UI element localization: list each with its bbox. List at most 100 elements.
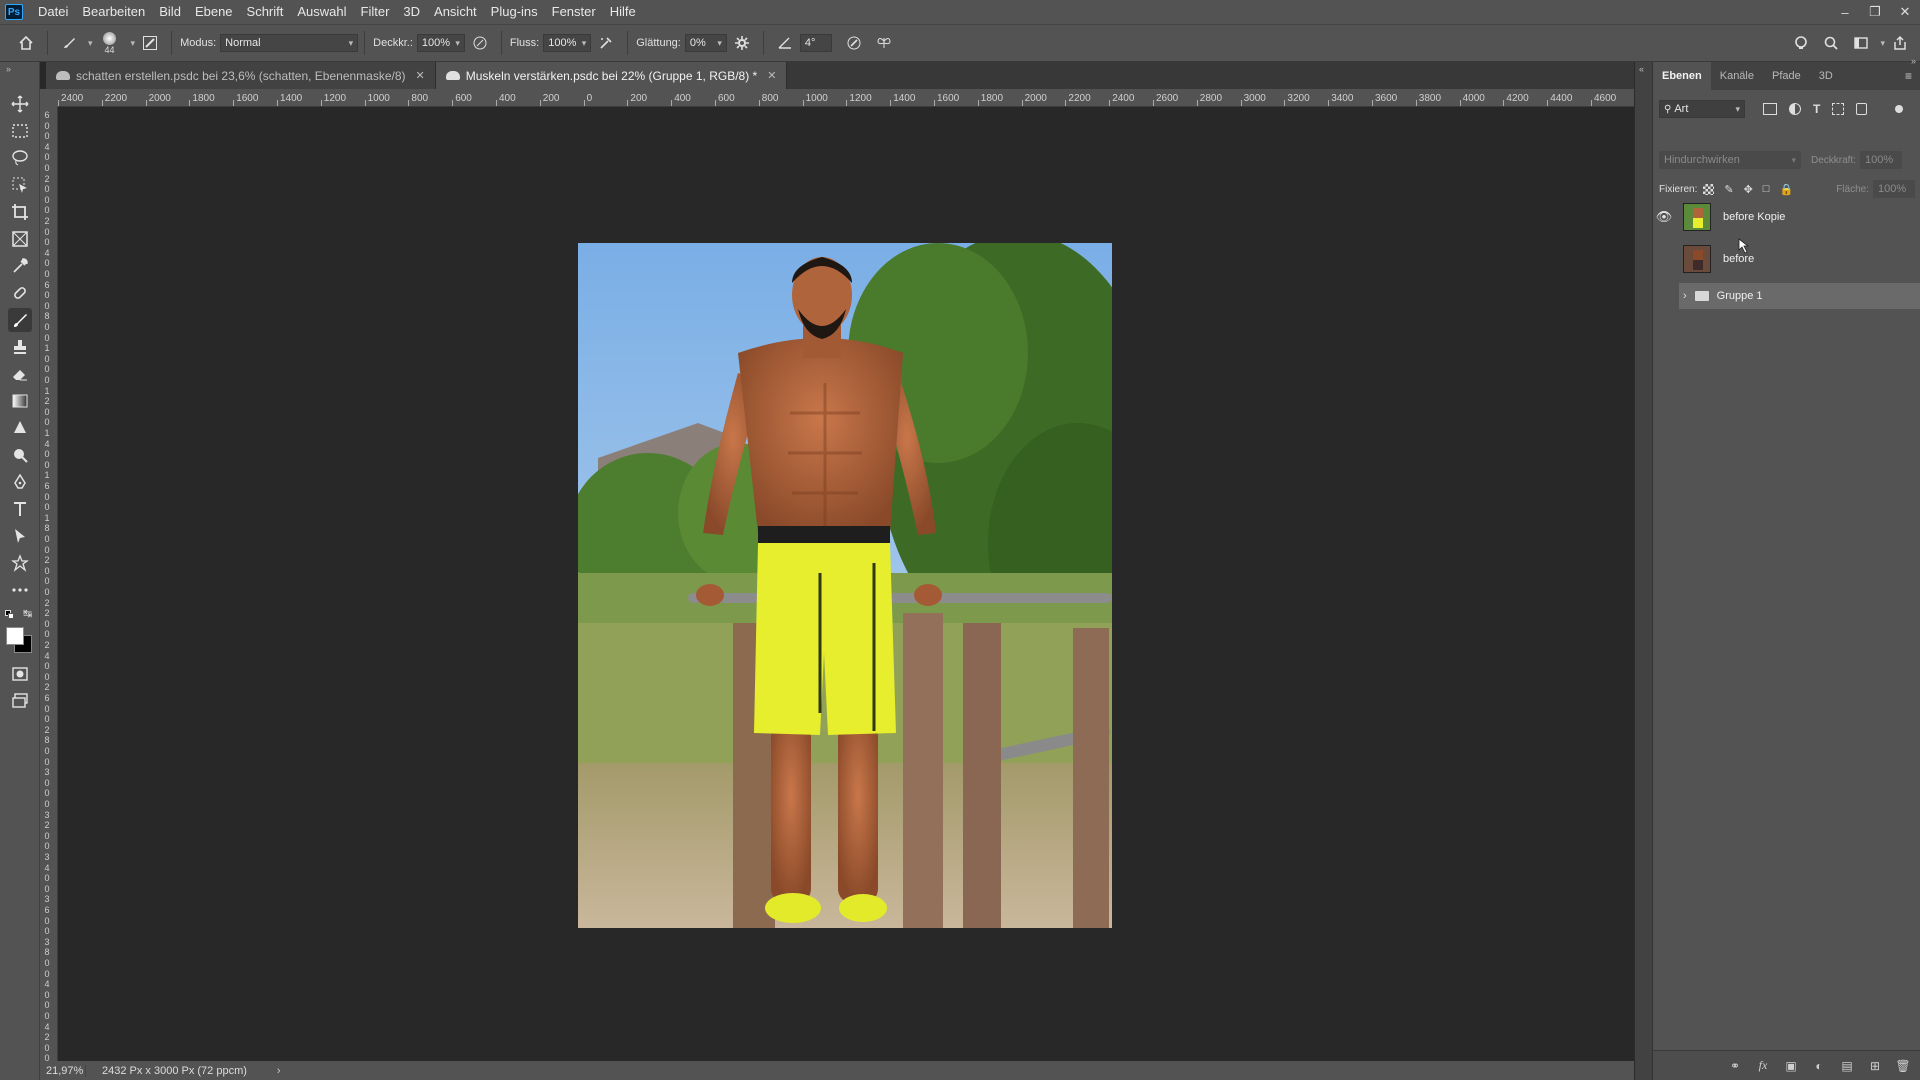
menu-plugins[interactable]: Plug-ins	[484, 0, 545, 24]
lock-image-icon[interactable]: ✎	[1724, 183, 1733, 196]
brush-settings-panel-icon[interactable]	[138, 31, 162, 55]
brush-tool-preset-icon[interactable]	[57, 31, 81, 55]
crop-tool-icon[interactable]	[8, 200, 32, 224]
panel-collapse-icon[interactable]: »	[1911, 56, 1916, 66]
clone-stamp-tool-icon[interactable]	[8, 335, 32, 359]
lock-artboard-icon[interactable]: □	[1763, 183, 1770, 195]
pixel-filter-icon[interactable]	[1763, 103, 1777, 115]
custom-shape-tool-icon[interactable]	[8, 551, 32, 575]
layer-row[interactable]: 👁 before Kopie	[1653, 200, 1920, 234]
adjustment-filter-icon[interactable]	[1789, 103, 1801, 115]
new-group-folder-icon[interactable]: ▤	[1837, 1056, 1857, 1076]
marquee-tool-icon[interactable]	[8, 119, 32, 143]
close-icon[interactable]: ✕	[1890, 0, 1920, 24]
panel-menu-icon[interactable]: ≡	[1905, 69, 1912, 83]
angle-field[interactable]: 4°	[799, 34, 832, 52]
menu-ansicht[interactable]: Ansicht	[427, 0, 484, 24]
tab-3d[interactable]: 3D	[1810, 62, 1842, 90]
chevron-down-icon[interactable]: ▾	[88, 38, 93, 49]
dodge-tool-icon[interactable]	[8, 443, 32, 467]
menu-auswahl[interactable]: Auswahl	[290, 0, 353, 24]
type-tool-icon[interactable]	[8, 497, 32, 521]
new-layer-icon[interactable]: ⊞	[1865, 1056, 1885, 1076]
swap-colors-icon[interactable]: ↹	[23, 607, 32, 620]
lock-position-icon[interactable]: ✥	[1744, 183, 1753, 196]
move-tool-icon[interactable]	[8, 92, 32, 116]
menu-3d[interactable]: 3D	[396, 0, 427, 24]
lock-all-icon[interactable]: 🔒	[1779, 183, 1793, 196]
gradient-tool-icon[interactable]	[8, 389, 32, 413]
tab-kanaele[interactable]: Kanäle	[1711, 62, 1763, 90]
home-icon[interactable]	[14, 31, 38, 55]
lasso-tool-icon[interactable]	[8, 146, 32, 170]
chevron-down-icon[interactable]: ▾	[1880, 38, 1885, 49]
pen-tool-icon[interactable]	[8, 470, 32, 494]
horizontal-ruler[interactable]: 2400 2200 2000 1800 1600 1400 1200 1000 800 600 40…	[58, 89, 1634, 107]
menu-datei[interactable]: Datei	[31, 0, 75, 24]
toolbar-collapse-icon[interactable]: »	[6, 64, 11, 74]
menu-bild[interactable]: Bild	[152, 0, 188, 24]
menu-filter[interactable]: Filter	[354, 0, 397, 24]
object-selection-tool-icon[interactable]	[8, 173, 32, 197]
vertical-ruler[interactable]: 6004002000200400600800100012001400160018…	[40, 107, 58, 1063]
smoothing-field[interactable]: 0% ▾	[684, 34, 727, 52]
tab-schatten-erstellen[interactable]: schatten erstellen.psdc bei 23,6% (schat…	[46, 62, 436, 89]
minimize-icon[interactable]: –	[1830, 0, 1860, 24]
healing-brush-tool-icon[interactable]	[8, 281, 32, 305]
layer-row[interactable]: before	[1653, 242, 1920, 276]
layer-group-row[interactable]: › Gruppe 1	[1679, 283, 1920, 309]
close-icon[interactable]: ✕	[416, 69, 425, 82]
share-icon[interactable]	[1888, 31, 1912, 55]
pressure-size-icon[interactable]	[842, 31, 866, 55]
ruler-origin[interactable]	[40, 89, 58, 107]
eraser-tool-icon[interactable]	[8, 362, 32, 386]
workspace-layout-icon[interactable]	[1849, 31, 1873, 55]
tab-muskeln-verstaerken[interactable]: Muskeln verstärken.psdc bei 22% (Gruppe …	[435, 62, 788, 89]
delete-layer-trash-icon[interactable]: 🗑	[1893, 1056, 1913, 1076]
document-photo[interactable]	[578, 243, 1112, 928]
foreground-color-swatch[interactable]	[6, 627, 24, 645]
pressure-opacity-icon[interactable]	[468, 31, 492, 55]
canvas-area[interactable]	[58, 107, 1634, 1061]
type-filter-icon[interactable]: T	[1813, 102, 1820, 116]
adjustment-layer-icon[interactable]: ◐	[1809, 1056, 1829, 1076]
layer-opacity-field[interactable]: 100%	[1860, 151, 1903, 169]
symmetry-butterfly-icon[interactable]	[872, 31, 896, 55]
brush-tool-icon[interactable]	[8, 308, 32, 332]
add-mask-icon[interactable]: ▣	[1781, 1056, 1801, 1076]
tab-ebenen[interactable]: Ebenen	[1653, 62, 1711, 90]
layer-filter-select[interactable]: ⚲ Art ▾	[1659, 100, 1745, 118]
eye-visibility-icon[interactable]: 👁	[1653, 200, 1675, 234]
filter-toggle-icon[interactable]	[1895, 105, 1904, 113]
close-icon[interactable]: ✕	[767, 69, 776, 82]
blur-tool-icon[interactable]	[8, 416, 32, 440]
lock-transparent-icon[interactable]	[1703, 183, 1715, 195]
restore-icon[interactable]: ❐	[1860, 0, 1890, 24]
search-icon[interactable]	[1819, 31, 1843, 55]
airbrush-icon[interactable]	[594, 31, 618, 55]
more-tools-icon[interactable]	[8, 578, 32, 602]
menu-bearbeiten[interactable]: Bearbeiten	[75, 0, 152, 24]
menu-ebene[interactable]: Ebene	[188, 0, 240, 24]
blend-mode-select[interactable]: Hindurchwirken ▾	[1659, 151, 1801, 169]
shape-filter-icon[interactable]	[1832, 103, 1845, 115]
zoom-level[interactable]: 21,97%	[40, 1064, 86, 1077]
opacity-field[interactable]: 100% ▾	[416, 34, 465, 52]
smartobject-filter-icon[interactable]	[1856, 103, 1868, 115]
menu-hilfe[interactable]: Hilfe	[603, 0, 643, 24]
eyedropper-tool-icon[interactable]	[8, 254, 32, 278]
frame-tool-icon[interactable]	[8, 227, 32, 251]
visibility-toggle[interactable]	[1653, 283, 1675, 309]
visibility-toggle[interactable]	[1653, 242, 1675, 276]
tab-pfade[interactable]: Pfade	[1763, 62, 1810, 90]
path-selection-tool-icon[interactable]	[8, 524, 32, 548]
link-layers-icon[interactable]: ⚭	[1725, 1056, 1745, 1076]
learn-bulb-icon[interactable]	[1789, 31, 1813, 55]
chevron-right-icon[interactable]: ›	[277, 1065, 281, 1077]
chevron-right-icon[interactable]: ›	[1683, 290, 1687, 302]
screen-mode-icon[interactable]	[8, 689, 32, 713]
flow-field[interactable]: 100% ▾	[543, 34, 592, 52]
quick-mask-icon[interactable]	[8, 662, 32, 686]
menu-schrift[interactable]: Schrift	[240, 0, 291, 24]
mode-select[interactable]: Normal ▾	[220, 34, 359, 52]
